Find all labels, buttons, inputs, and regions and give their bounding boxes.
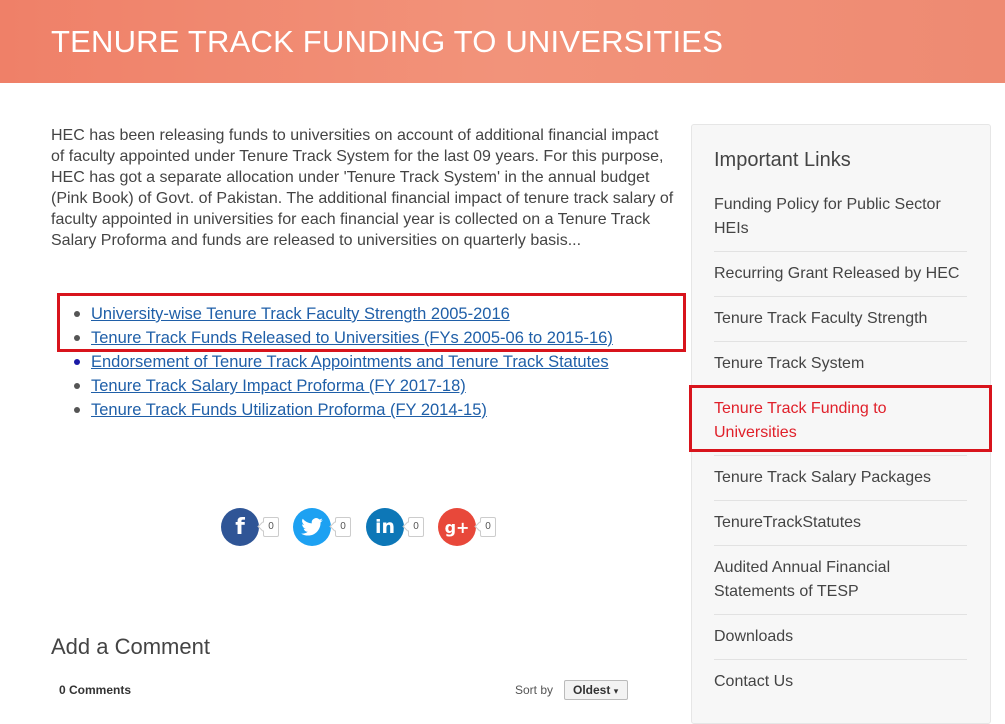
linkedin-icon[interactable]: in [366,508,404,546]
sidebar-item-tenure-track-system[interactable]: Tenure Track System [714,352,967,387]
facebook-icon[interactable]: f [221,508,259,546]
link-endorsement[interactable]: Endorsement of Tenure Track Appointments… [91,353,609,371]
sidebar-item-funding-policy[interactable]: Funding Policy for Public Sector HEIs [714,193,967,252]
highlight-box-sidebar [689,385,992,452]
comments-heading: Add a Comment [51,634,210,659]
link-salary-impact-proforma[interactable]: Tenure Track Salary Impact Proforma (FY … [91,377,466,395]
list-item: Tenure Track Funds Utilization Proforma … [74,399,613,423]
link-funds-utilization-proforma[interactable]: Tenure Track Funds Utilization Proforma … [91,401,487,419]
facebook-count: 0 [263,517,279,537]
sidebar-item-audited-statements[interactable]: Audited Annual Financial Statements of T… [714,556,967,615]
sidebar-item-faculty-strength[interactable]: Tenure Track Faculty Strength [714,307,967,342]
sidebar-title: Important Links [714,149,851,171]
list-item: Endorsement of Tenure Track Appointments… [74,351,613,375]
twitter-count: 0 [335,517,351,537]
googleplus-icon[interactable]: g+ [438,508,476,546]
twitter-icon[interactable] [293,508,331,546]
linkedin-count: 0 [408,517,424,537]
sidebar-item-salary-packages[interactable]: Tenure Track Salary Packages [714,466,967,501]
sidebar-item-downloads[interactable]: Downloads [714,625,967,660]
bullet-icon [74,383,80,389]
intro-text: HEC has been releasing funds to universi… [51,127,674,249]
sidebar-item-recurring-grant[interactable]: Recurring Grant Released by HEC [714,262,967,297]
page-title: TENURE TRACK FUNDING TO UNIVERSITIES [51,24,724,59]
bullet-icon [74,407,80,413]
list-item: Tenure Track Salary Impact Proforma (FY … [74,375,613,399]
bullet-icon [74,359,80,365]
sort-select[interactable]: Oldest ▾ [564,680,628,700]
googleplus-count: 0 [480,517,496,537]
page-banner: TENURE TRACK FUNDING TO UNIVERSITIES [0,0,1005,83]
sidebar-item-contact-us[interactable]: Contact Us [714,670,967,705]
sidebar-item-statutes[interactable]: TenureTrackStatutes [714,511,967,546]
highlight-box-links [57,293,686,352]
